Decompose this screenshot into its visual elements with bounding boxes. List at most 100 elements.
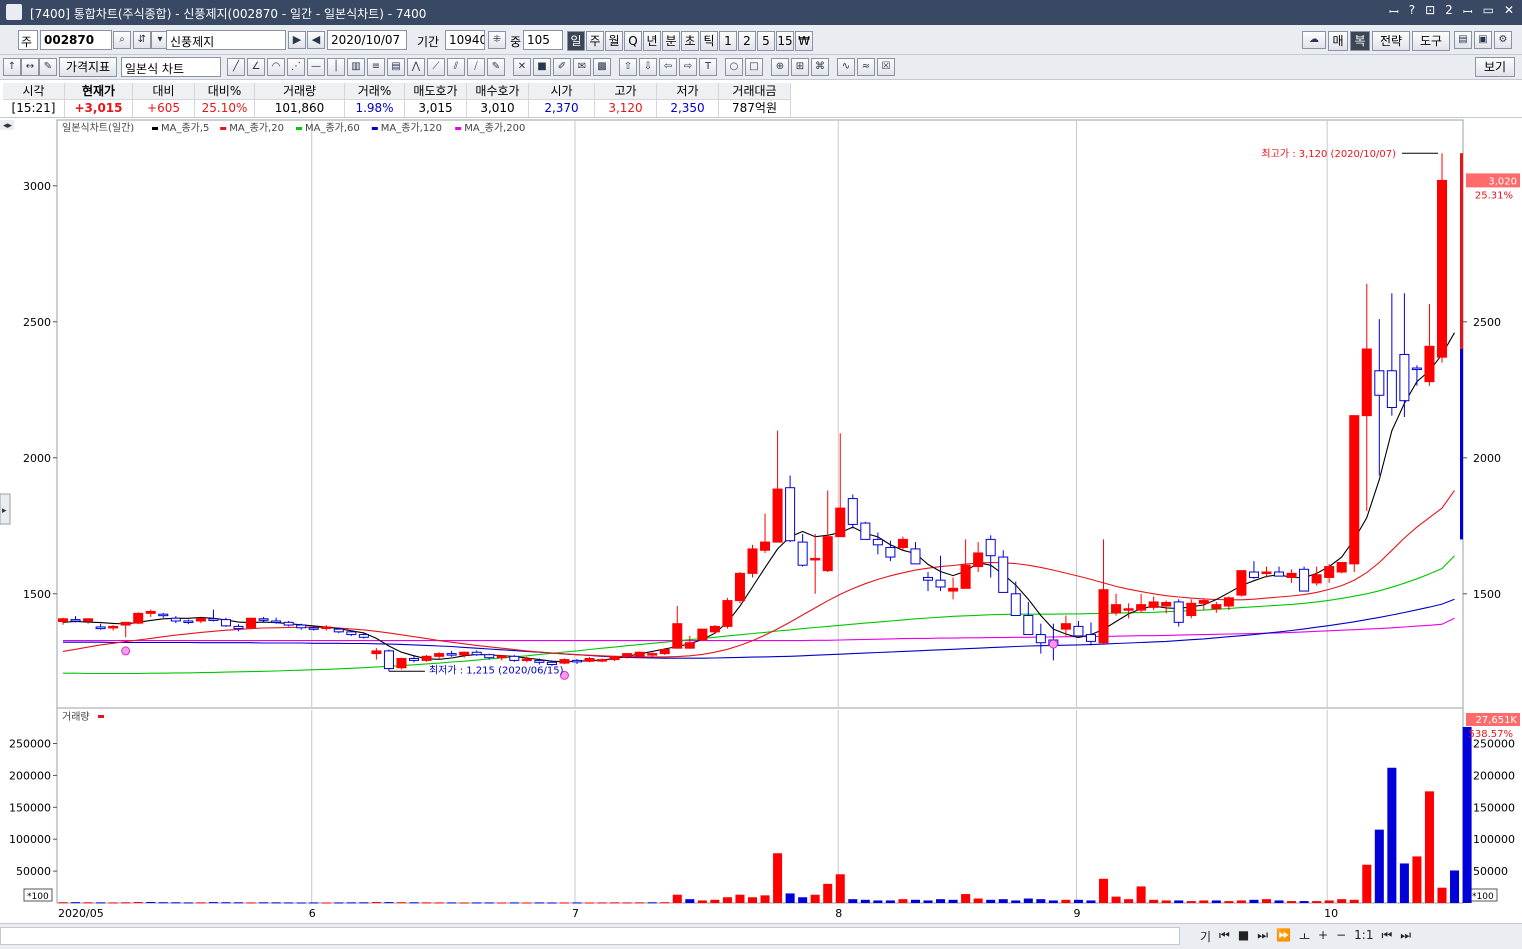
legend-label[interactable]: MA_종가,5: [161, 122, 209, 134]
indicator-button[interactable]: 가격지표: [59, 57, 117, 77]
interval-button-9[interactable]: 2: [738, 31, 756, 51]
period-tool-icon[interactable]: ▤: [387, 58, 405, 76]
circle-tool-icon[interactable]: ○: [725, 58, 743, 76]
toolbar-button-2[interactable]: 전략: [1372, 31, 1410, 51]
fibo-tool-icon[interactable]: ≡: [367, 58, 385, 76]
nav-control-4[interactable]: ⏩: [1276, 928, 1291, 945]
arc-tool-icon[interactable]: ◠: [267, 58, 285, 76]
chart-type-select[interactable]: 일본식 차트: [121, 57, 221, 77]
toolbar-button-3[interactable]: 도구: [1412, 31, 1450, 51]
interval-button-7[interactable]: 틱: [700, 31, 718, 51]
window-control-5[interactable]: ▭: [1483, 3, 1494, 20]
interval-button-8[interactable]: 1: [719, 31, 737, 51]
interval-button-12[interactable]: ₩: [795, 31, 813, 51]
vline-tool-icon[interactable]: │: [327, 58, 345, 76]
window-control-1[interactable]: ?: [1409, 3, 1415, 20]
window-control-6[interactable]: ✕: [1504, 3, 1514, 20]
zoom-select-icon[interactable]: ⊞: [791, 58, 809, 76]
legend-label[interactable]: MA_종가,120: [381, 122, 442, 134]
arrow-left-icon[interactable]: ⇦: [659, 58, 677, 76]
pencil-tool-icon[interactable]: ✎: [487, 58, 505, 76]
next-icon[interactable]: ▶: [288, 31, 306, 49]
delete-icon[interactable]: ☒: [877, 58, 895, 76]
window-control-3[interactable]: 2: [1445, 3, 1453, 20]
interval-button-11[interactable]: 15: [776, 31, 794, 51]
window-control-2[interactable]: ⊡: [1425, 3, 1435, 20]
count-input[interactable]: 105: [523, 30, 563, 50]
interval-button-2[interactable]: 월: [605, 31, 623, 51]
horizontal-scrollbar[interactable]: [0, 927, 1180, 945]
collapse-icon[interactable]: ◂▸: [3, 121, 13, 131]
toolbar-button-0[interactable]: 매: [1328, 31, 1348, 51]
line-tool-icon[interactable]: ╱: [227, 58, 245, 76]
date-input[interactable]: 2020/10/07: [327, 30, 407, 50]
save-icon[interactable]: ▣: [1474, 31, 1492, 49]
stock-name-field[interactable]: 신풍제지: [166, 30, 286, 50]
edit-icon[interactable]: ✎: [39, 58, 57, 76]
period-input[interactable]: 10940: [445, 30, 485, 50]
note-icon[interactable]: ✉: [573, 58, 591, 76]
volume-pane[interactable]: [56, 707, 1464, 904]
interval-button-6[interactable]: 초: [681, 31, 699, 51]
compare-icon[interactable]: ⌘: [811, 58, 829, 76]
nav-control-5[interactable]: ㅗ: [1299, 928, 1310, 945]
angle-tool-icon[interactable]: ∠: [247, 58, 265, 76]
view-button[interactable]: 보기: [1475, 57, 1515, 77]
prev-icon[interactable]: ◀: [307, 31, 325, 49]
zoom-icon[interactable]: ⊕: [771, 58, 789, 76]
event-marker-icon[interactable]: [121, 646, 131, 656]
arrow-up-icon[interactable]: ⇧: [619, 58, 637, 76]
side-panel-arrow-icon[interactable]: ▸: [2, 506, 7, 516]
text-icon[interactable]: T: [699, 58, 717, 76]
nav-control-2[interactable]: ■: [1238, 928, 1249, 945]
legend-label[interactable]: MA_종가,20: [229, 122, 284, 134]
expand-icon[interactable]: ↔: [21, 58, 39, 76]
grid-icon[interactable]: ⁜: [488, 31, 506, 49]
image-icon[interactable]: ▩: [593, 58, 611, 76]
nav-control-3[interactable]: ⏭: [1257, 928, 1268, 945]
parallel-tool-icon[interactable]: ⧸: [467, 58, 485, 76]
nav-control-6[interactable]: +: [1318, 928, 1328, 945]
settings-icon[interactable]: ⚙: [1494, 31, 1512, 49]
nav-control-8[interactable]: 1:1: [1354, 928, 1373, 945]
nav-control-10[interactable]: ⏭: [1400, 928, 1411, 945]
pattern-icon[interactable]: ∿: [837, 58, 855, 76]
up-arrow-icon[interactable]: ↑: [3, 58, 21, 76]
cross-tool-icon[interactable]: ✕: [513, 58, 531, 76]
color-icon[interactable]: ■: [533, 58, 551, 76]
toolbar-button-1[interactable]: 복: [1350, 31, 1370, 51]
trend-tool-icon[interactable]: ⟋: [427, 58, 445, 76]
channel-tool-icon[interactable]: ⫽: [447, 58, 465, 76]
interval-button-5[interactable]: 분: [662, 31, 680, 51]
paint-icon[interactable]: ✐: [553, 58, 571, 76]
interval-button-0[interactable]: 일: [567, 31, 585, 51]
market-select[interactable]: 주: [18, 30, 38, 50]
arrow-down-icon[interactable]: ⇩: [639, 58, 657, 76]
arrow-right-icon[interactable]: ⇨: [679, 58, 697, 76]
stock-chart[interactable]: ◂▸ ▸ 2020/05 6 7 8 9 10 1500 2000 2500 3000 1500 2000…: [0, 118, 1522, 923]
rect-tool-icon[interactable]: □: [745, 58, 763, 76]
sort-icon[interactable]: ⇵: [133, 31, 151, 49]
interval-button-4[interactable]: 년: [643, 31, 661, 51]
folder-icon[interactable]: ▤: [1454, 31, 1472, 49]
window-control-0[interactable]: ꟷ: [1389, 3, 1399, 20]
search-icon[interactable]: ⌕: [113, 31, 131, 49]
legend-label[interactable]: MA_종가,60: [305, 122, 360, 134]
wave2-icon[interactable]: ≈: [857, 58, 875, 76]
nav-control-7[interactable]: −: [1336, 928, 1346, 945]
stock-code-input[interactable]: 002870: [40, 30, 112, 50]
interval-button-3[interactable]: Q: [624, 31, 642, 51]
fan-tool-icon[interactable]: ⋰: [287, 58, 305, 76]
event-marker-icon[interactable]: [1048, 639, 1058, 649]
cloud-icon[interactable]: ☁: [1302, 31, 1326, 49]
nav-control-1[interactable]: ⏮: [1219, 928, 1230, 945]
wave-tool-icon[interactable]: ⋀: [407, 58, 425, 76]
hline-tool-icon[interactable]: —: [307, 58, 325, 76]
interval-button-10[interactable]: 5: [757, 31, 775, 51]
interval-button-1[interactable]: 주: [586, 31, 604, 51]
window-control-4[interactable]: ꟷ: [1463, 3, 1473, 20]
nav-control-9[interactable]: ⏮: [1381, 928, 1392, 945]
legend-label[interactable]: MA_종가,200: [464, 122, 525, 134]
grid-tool-icon[interactable]: ▥: [347, 58, 365, 76]
nav-control-0[interactable]: 기: [1200, 928, 1211, 945]
